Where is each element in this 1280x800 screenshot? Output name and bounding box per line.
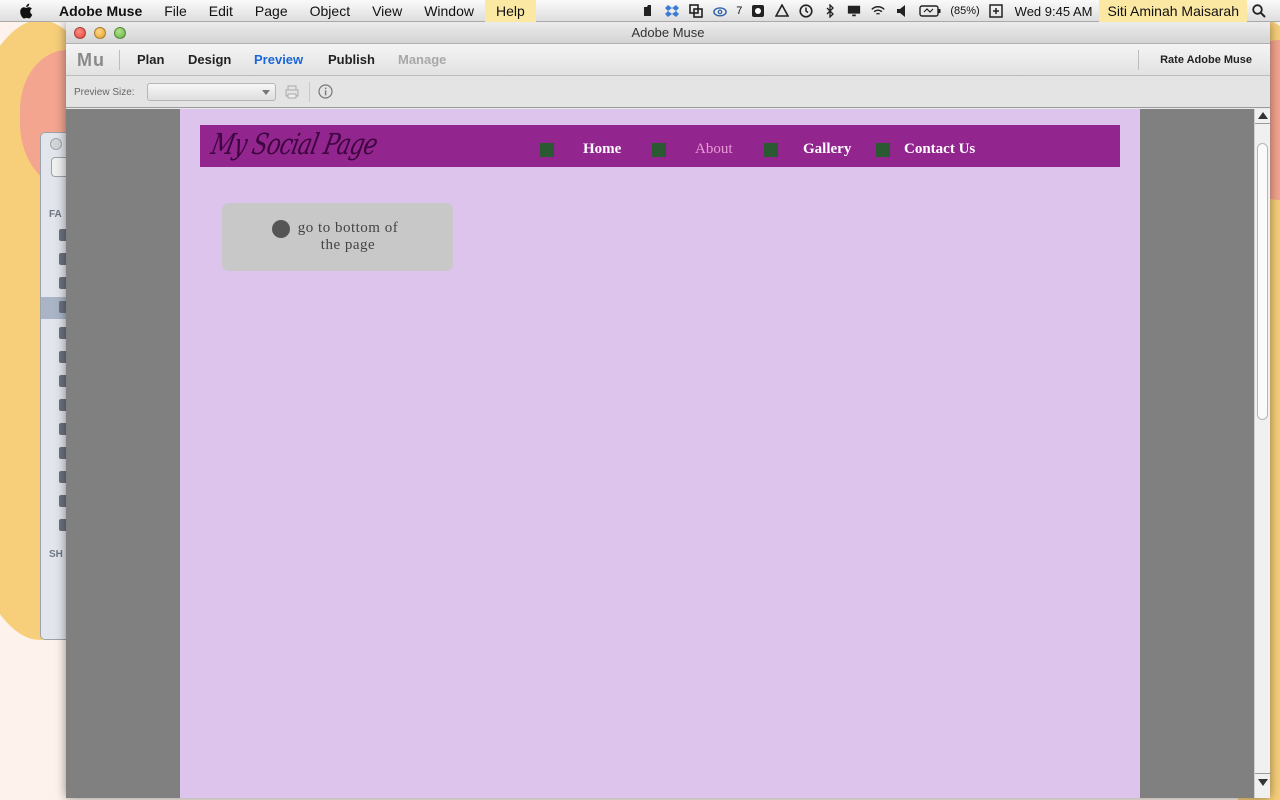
nav-bullet-icon [652, 143, 666, 157]
site-logo[interactable]: My Social Page [208, 127, 380, 161]
site-page-canvas: My Social Page Home About Gallery Contac… [180, 109, 1140, 798]
nav-link-contact-us[interactable]: Contact Us [904, 141, 975, 158]
scrollbar-divider [1255, 123, 1271, 124]
adobe-app-icon[interactable] [775, 4, 790, 18]
evernote-icon[interactable] [641, 4, 655, 18]
go-to-bottom-label-line2: the page [320, 237, 376, 253]
nav-link-about[interactable]: About [695, 141, 733, 158]
site-header: My Social Page Home About Gallery Contac… [200, 125, 1120, 167]
menu-view[interactable]: View [361, 0, 413, 22]
vertical-scrollbar[interactable] [1254, 109, 1271, 798]
status-area: 7 (85%) Wed 9:45 AM Siti Aminah Maisarah [636, 0, 1280, 22]
scroll-up-arrow-icon[interactable] [1258, 112, 1268, 119]
print-icon[interactable] [285, 85, 299, 99]
tab-publish[interactable]: Publish [328, 52, 375, 67]
tab-preview[interactable]: Preview [254, 52, 303, 67]
sync-icon[interactable] [689, 4, 704, 18]
notes-app-icon[interactable] [751, 4, 765, 18]
sidebar-section-shared: SH [49, 549, 63, 560]
display-icon[interactable] [847, 4, 861, 18]
time-machine-icon[interactable] [799, 4, 813, 18]
creative-cloud-icon[interactable] [713, 4, 728, 18]
spotlight-search-icon[interactable] [1252, 4, 1266, 18]
battery-percent: (85%) [950, 5, 980, 17]
tab-manage[interactable]: Manage [398, 52, 446, 67]
menu-app-name[interactable]: Adobe Muse [48, 0, 153, 22]
preview-options-bar: Preview Size: [66, 76, 1270, 108]
calendar-icon[interactable] [988, 4, 1003, 18]
nav-link-gallery[interactable]: Gallery [803, 141, 851, 158]
menubar-clock[interactable]: Wed 9:45 AM [1015, 4, 1093, 19]
rate-adobe-muse-link[interactable]: Rate Adobe Muse [1160, 54, 1252, 66]
scroll-down-arrow-icon[interactable] [1258, 779, 1268, 786]
toolbar-divider [1138, 50, 1139, 70]
window-title: Adobe Muse [631, 25, 705, 40]
adobe-muse-window: Adobe Muse Mu Plan Design Preview Publis… [66, 22, 1271, 798]
wifi-icon[interactable] [871, 4, 886, 18]
menu-file[interactable]: File [153, 0, 198, 22]
system-menubar: Adobe Muse File Edit Page Object View Wi… [0, 0, 1280, 22]
apple-icon[interactable] [18, 2, 36, 20]
menu-window[interactable]: Window [413, 0, 485, 22]
dropbox-icon[interactable] [665, 4, 680, 18]
nav-bullet-icon [540, 143, 554, 157]
nav-link-home[interactable]: Home [583, 141, 621, 158]
nav-bullet-icon [764, 143, 778, 157]
preview-stage: My Social Page Home About Gallery Contac… [66, 109, 1254, 798]
info-icon[interactable] [318, 84, 333, 99]
chevron-down-icon [262, 90, 270, 95]
menubar-user-name[interactable]: Siti Aminah Maisarah [1099, 0, 1247, 22]
scrollbar-thumb[interactable] [1257, 143, 1268, 420]
tab-design[interactable]: Design [188, 52, 231, 67]
menu-help[interactable]: Help [484, 0, 536, 22]
window-titlebar[interactable]: Adobe Muse [66, 22, 1270, 44]
battery-icon[interactable] [919, 4, 941, 18]
scrollbar-divider [1255, 773, 1271, 774]
muse-logo: Mu [77, 50, 105, 70]
tab-plan[interactable]: Plan [137, 52, 164, 67]
bluetooth-icon[interactable] [823, 4, 837, 18]
go-to-bottom-label: go to bottom of the page [286, 220, 410, 254]
go-to-bottom-label-line1: go to bottom of [297, 220, 399, 236]
preview-bar-divider [309, 82, 310, 102]
mode-toolbar: Mu Plan Design Preview Publish Manage Ra… [66, 44, 1270, 76]
go-to-bottom-button[interactable]: go to bottom of the page [222, 203, 453, 271]
nav-bullet-icon [876, 143, 890, 157]
window-close-dot[interactable] [50, 138, 62, 150]
sidebar-section-favorites: FA [49, 209, 62, 220]
menu-object[interactable]: Object [299, 0, 361, 22]
preview-size-label: Preview Size: [74, 87, 135, 98]
preview-size-select[interactable] [147, 83, 276, 101]
creative-cloud-count: 7 [736, 5, 743, 17]
menu-page[interactable]: Page [244, 0, 299, 22]
toolbar-divider [119, 50, 120, 70]
menu-edit[interactable]: Edit [198, 0, 244, 22]
volume-icon[interactable] [895, 4, 909, 18]
